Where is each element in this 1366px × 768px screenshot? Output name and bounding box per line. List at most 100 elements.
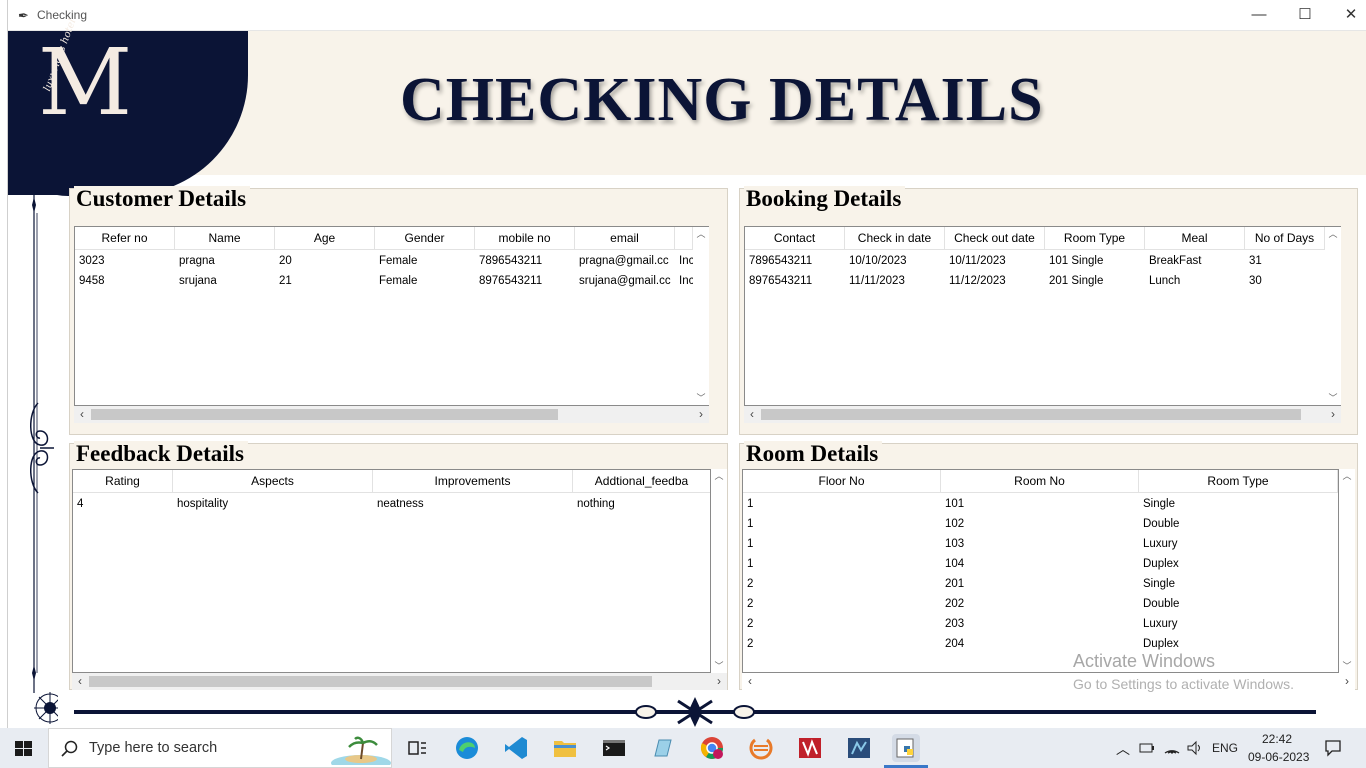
column-header[interactable]: Meal [1145, 227, 1245, 250]
scroll-right-icon[interactable]: › [1325, 406, 1341, 423]
table-row[interactable]: 1 104 Duplex [743, 554, 1338, 574]
vertical-scrollbar[interactable]: ︿ ﹀ [711, 469, 727, 673]
column-header[interactable]: Room Type [1139, 470, 1338, 493]
column-header[interactable]: Refer no [75, 227, 175, 250]
cell: 2 [747, 578, 754, 590]
scroll-up-icon[interactable]: ︿ [1325, 227, 1341, 241]
column-header[interactable]: Floor No [743, 470, 941, 493]
file-explorer-icon[interactable] [551, 734, 579, 762]
table-row[interactable]: 1 103 Luxury [743, 534, 1338, 554]
column-header[interactable]: Check in date [845, 227, 945, 250]
column-header[interactable]: Addtional_feedba [573, 470, 710, 493]
terminal-icon[interactable] [600, 734, 628, 762]
scroll-down-icon[interactable]: ﹀ [1325, 391, 1341, 405]
language-indicator[interactable]: ENG [1212, 741, 1238, 755]
scroll-up-icon[interactable]: ︿ [711, 469, 727, 483]
chevron-up-icon[interactable]: ︿ [1116, 739, 1130, 759]
cell: Lunch [1149, 275, 1181, 287]
column-header[interactable]: Name [175, 227, 275, 250]
window-titlebar: ✒ Checking — ☐ ✕ [0, 0, 1366, 31]
column-header[interactable] [675, 227, 693, 250]
scroll-left-icon[interactable]: ‹ [744, 406, 760, 423]
table-row[interactable]: 2 204 Duplex [743, 634, 1338, 654]
scrollbar-thumb[interactable] [91, 409, 558, 420]
mysql-workbench-icon[interactable] [845, 734, 873, 762]
notepad-icon[interactable] [649, 734, 677, 762]
notification-icon[interactable] [1324, 739, 1342, 757]
column-header[interactable]: Room No [941, 470, 1139, 493]
booking-table[interactable]: Contact Check in date Check out date Roo… [744, 226, 1341, 406]
scroll-right-icon[interactable]: › [1339, 673, 1355, 690]
minimize-button[interactable]: — [1236, 4, 1282, 26]
scroll-up-icon[interactable]: ︿ [693, 227, 709, 241]
column-header[interactable]: Improvements [373, 470, 573, 493]
table-row[interactable]: 1 101 Single [743, 494, 1338, 514]
horizontal-scrollbar[interactable]: ‹ › [74, 406, 709, 423]
cell: srujana [179, 275, 217, 287]
cell: 201 Single [1049, 275, 1104, 287]
taskbar-search-input[interactable]: Type here to search [48, 728, 392, 768]
vertical-scrollbar[interactable]: ︿ ﹀ [1325, 227, 1341, 405]
scroll-down-icon[interactable]: ﹀ [693, 391, 709, 405]
table-row[interactable]: 9458 srujana 21 Female 8976543211 srujan… [75, 271, 693, 291]
eclipse-icon[interactable] [747, 734, 775, 762]
scroll-up-icon[interactable]: ︿ [1339, 469, 1355, 483]
table-row[interactable]: 7896543211 10/10/2023 10/11/2023 101 Sin… [745, 251, 1325, 271]
column-header[interactable]: Contact [745, 227, 845, 250]
maximize-button[interactable]: ☐ [1282, 4, 1328, 26]
horizontal-scrollbar[interactable]: ‹ › [72, 673, 727, 690]
column-header[interactable]: Age [275, 227, 375, 250]
table-row[interactable]: 2 202 Double [743, 594, 1338, 614]
cell: 102 [945, 518, 965, 530]
table-row[interactable]: 2 203 Luxury [743, 614, 1338, 634]
feedback-table[interactable]: Rating Aspects Improvements Addtional_fe… [72, 469, 711, 673]
column-header[interactable]: Rating [73, 470, 173, 493]
battery-icon[interactable] [1139, 741, 1155, 755]
scroll-down-icon[interactable]: ﹀ [711, 659, 727, 673]
task-view-icon[interactable] [403, 734, 431, 762]
feedback-details-title: Feedback Details [74, 441, 249, 467]
column-header[interactable]: mobile no [475, 227, 575, 250]
table-row[interactable]: 1 102 Double [743, 514, 1338, 534]
room-table[interactable]: Floor No Room No Room Type 1 101 Single … [742, 469, 1339, 673]
scroll-right-icon[interactable]: › [693, 406, 709, 423]
column-header[interactable]: Aspects [173, 470, 373, 493]
column-header[interactable]: Gender [375, 227, 475, 250]
page-title: CHECKING DETAILS [400, 66, 1044, 134]
cell: 101 Single [1049, 255, 1104, 267]
scroll-down-icon[interactable]: ﹀ [1339, 659, 1355, 673]
column-header[interactable]: Room Type [1045, 227, 1145, 250]
table-row[interactable]: 2 201 Single [743, 574, 1338, 594]
column-header[interactable]: email [575, 227, 675, 250]
wifi-icon[interactable] [1163, 739, 1181, 757]
table-header: Refer no Name Age Gender mobile no email [75, 227, 693, 250]
search-icon [61, 740, 78, 757]
table-row[interactable]: 8976543211 11/11/2023 11/12/2023 201 Sin… [745, 271, 1325, 291]
customer-table[interactable]: Refer no Name Age Gender mobile no email… [74, 226, 709, 406]
scroll-right-icon[interactable]: › [711, 673, 727, 690]
python-app-icon[interactable] [892, 734, 920, 762]
scrollbar-thumb[interactable] [761, 409, 1301, 420]
scrollbar-thumb[interactable] [89, 676, 652, 687]
filezilla-icon[interactable] [796, 734, 824, 762]
edge-browser-icon[interactable] [453, 734, 481, 762]
scroll-left-icon[interactable]: ‹ [742, 673, 758, 690]
windows-start-icon[interactable] [0, 728, 48, 768]
horizontal-scrollbar[interactable]: ‹ › [744, 406, 1341, 423]
close-button[interactable]: ✕ [1328, 4, 1366, 26]
volume-icon[interactable] [1186, 739, 1204, 757]
table-header: Rating Aspects Improvements Addtional_fe… [73, 470, 710, 493]
column-header[interactable]: Check out date [945, 227, 1045, 250]
scroll-left-icon[interactable]: ‹ [72, 673, 88, 690]
column-header[interactable]: No of Days [1245, 227, 1325, 250]
scroll-left-icon[interactable]: ‹ [74, 406, 90, 423]
table-row[interactable]: 3023 pragna 20 Female 7896543211 pragna@… [75, 251, 693, 271]
vscode-icon[interactable] [502, 734, 530, 762]
table-row[interactable]: 4 hospitality neatness nothing [73, 494, 710, 514]
chrome-icon[interactable] [698, 734, 726, 762]
clock-time[interactable]: 22:42 [1262, 732, 1292, 746]
vertical-scrollbar[interactable]: ︿ ﹀ [693, 227, 709, 405]
cell: pragna@gmail.cc [579, 255, 669, 267]
clock-date[interactable]: 09-06-2023 [1248, 750, 1309, 764]
vertical-scrollbar[interactable]: ︿ ﹀ [1339, 469, 1355, 673]
